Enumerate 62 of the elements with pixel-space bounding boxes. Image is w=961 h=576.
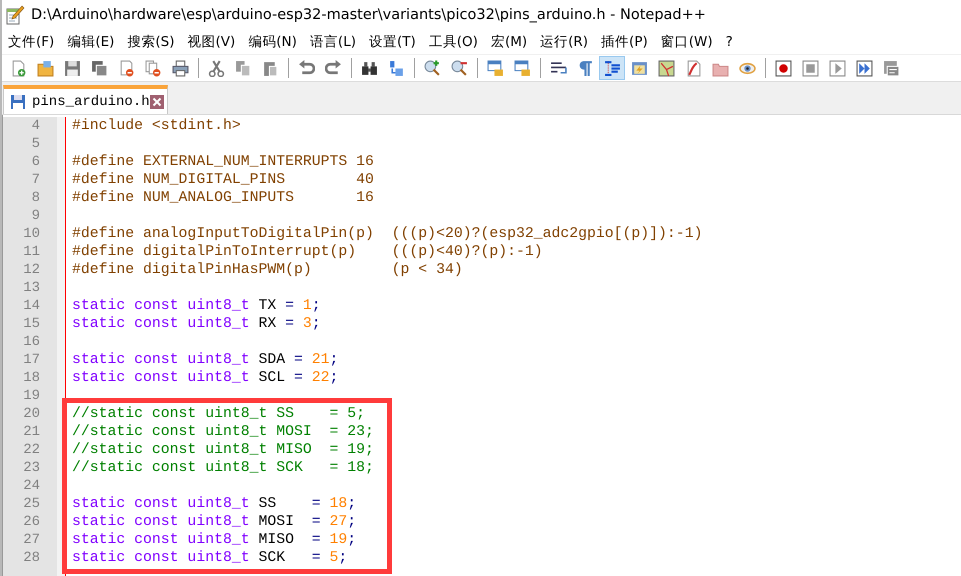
code-line: static const uint8_t SCK = 5; (72, 550, 348, 566)
notepad-pencil-icon (5, 5, 25, 25)
code-line: static const uint8_t RX = 3; (72, 316, 321, 332)
menu-item[interactable]: 语言(L) (310, 33, 356, 51)
line-number: 10 (22, 225, 41, 243)
code-line: #define analogInputToDigitalPin(p) (((p)<20)?(esp32_adc2gpio[(p)]):-1) (72, 226, 702, 242)
menu-item[interactable]: 宏(M) (490, 33, 528, 51)
line-number: 20 (22, 405, 41, 423)
line-number: 15 (22, 315, 41, 333)
line-number: 27 (22, 531, 41, 549)
line-number: 7 (30, 171, 41, 189)
menu-item[interactable]: 窗口(W) (660, 33, 713, 51)
line-number: 4 (30, 117, 41, 135)
line-number: 6 (30, 153, 41, 171)
code-line: #define NUM_ANALOG_INPUTS 16 (72, 190, 374, 206)
line-number: 14 (22, 297, 41, 315)
line-number: 28 (22, 549, 41, 567)
menu-item[interactable]: 文件(F) (8, 33, 54, 51)
line-number: 25 (22, 495, 41, 513)
code-line: #define digitalPinHasPWM(p) (p < 34) (72, 262, 463, 278)
line-number: 8 (30, 189, 41, 207)
code-line: #define digitalPinToInterrupt(p) (((p)<40)?(p):-1) (72, 244, 543, 260)
line-number: 22 (22, 441, 41, 459)
code-line: static const uint8_t SS = 18; (72, 496, 356, 512)
close-icon[interactable] (150, 94, 164, 108)
menu-item[interactable]: 视图(V) (188, 33, 236, 51)
file-tab[interactable]: pins_arduino.h (3, 85, 168, 114)
line-number: 16 (22, 333, 41, 351)
line-number: 9 (30, 207, 41, 225)
window-title: D:\Arduino\hardware\esp\arduino-esp32-master\variants\pico32\pins_arduino.h - Notepad++ (31, 7, 706, 23)
code-line: static const uint8_t SDA = 21; (72, 352, 338, 368)
line-number: 19 (22, 387, 41, 405)
menu-item[interactable]: 运行(R) (540, 33, 588, 51)
code-line: static const uint8_t TX = 1; (72, 298, 321, 314)
menu-item[interactable]: 插件(P) (601, 33, 648, 51)
code-line: static const uint8_t SCL = 22; (72, 370, 338, 386)
code-line: static const uint8_t MOSI = 27; (72, 514, 356, 530)
line-number: 21 (22, 423, 41, 441)
line-number: 13 (22, 279, 41, 297)
menu-item[interactable]: 搜索(S) (127, 33, 174, 51)
code-line: #define NUM_DIGITAL_PINS 40 (72, 172, 374, 188)
menu-item[interactable]: 编码(N) (248, 33, 297, 51)
code-line: //static const uint8_t MISO = 19; (72, 442, 374, 458)
menu-item[interactable]: 工具(O) (428, 33, 478, 51)
line-number: 18 (22, 369, 41, 387)
line-number: 11 (22, 243, 41, 261)
menu-item[interactable]: 编辑(E) (67, 33, 114, 51)
menu-item[interactable]: ? (726, 34, 733, 50)
line-number: 5 (30, 135, 41, 153)
code-line: //static const uint8_t SS = 5; (72, 406, 366, 422)
line-number: 17 (22, 351, 41, 369)
line-number: 26 (22, 513, 41, 531)
line-number: 12 (22, 261, 41, 279)
line-number: 24 (22, 477, 41, 495)
code-line: #define EXTERNAL_NUM_INTERRUPTS 16 (72, 154, 374, 170)
code-line: static const uint8_t MISO = 19; (72, 532, 356, 548)
indent-guide-icon[interactable] (599, 56, 625, 80)
code-line: #include <stdint.h> (72, 118, 241, 134)
menu-item[interactable]: 设置(T) (368, 33, 416, 51)
code-line: //static const uint8_t SCK = 18; (72, 460, 374, 476)
line-number: 23 (22, 459, 41, 477)
code-line: //static const uint8_t MOSI = 23; (72, 424, 374, 440)
